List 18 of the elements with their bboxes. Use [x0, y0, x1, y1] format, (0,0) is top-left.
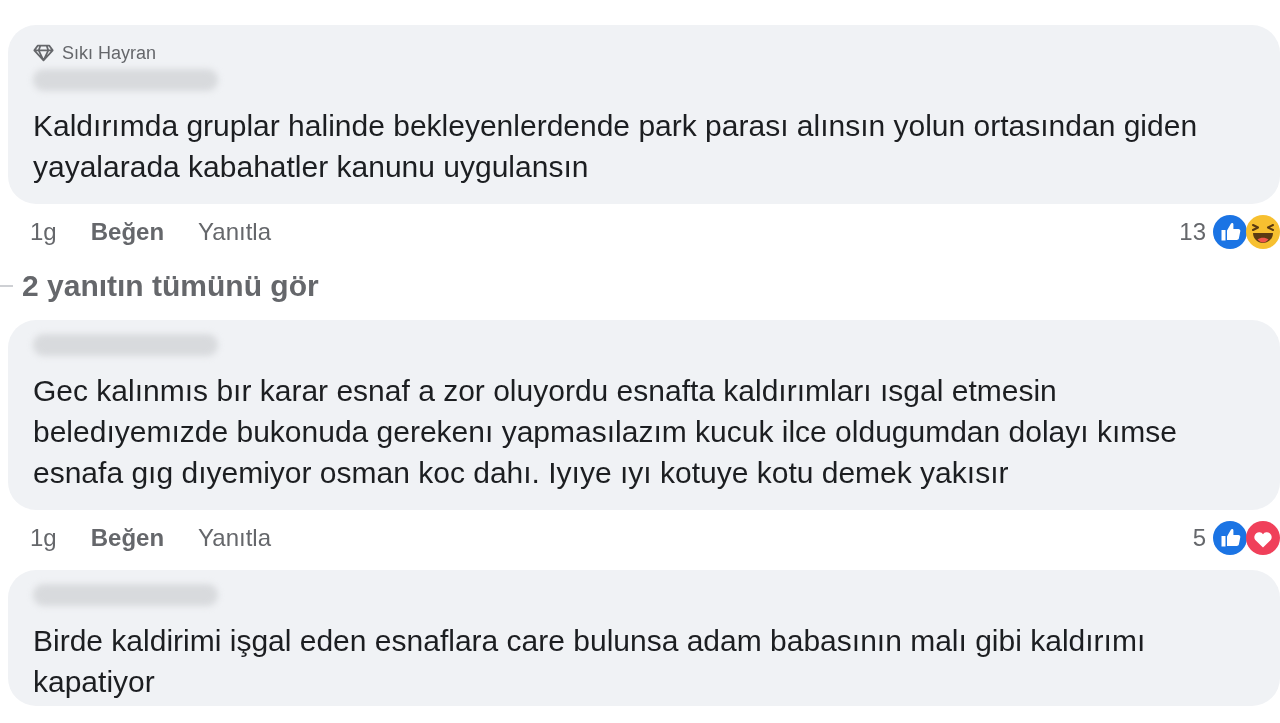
- reaction-count: 13: [1179, 218, 1206, 246]
- like-button[interactable]: Beğen: [90, 524, 165, 552]
- comment-time: 1g: [30, 524, 57, 552]
- reaction-count: 5: [1192, 524, 1206, 552]
- reply-button[interactable]: Yanıtla: [198, 524, 271, 552]
- thread-line: [0, 285, 13, 287]
- view-replies-link[interactable]: 2 yanıtın tümünü gör: [22, 269, 319, 303]
- reply-button[interactable]: Yanıtla: [198, 218, 271, 246]
- comment-text: Gec kalınmıs bır karar esnaf a zor oluyordu esnafta kaldırımları ısgal etmesin beledıyemızde bukonuda gerekenı yapmasılazım kucuk ilce oldugumdan dolayı kımse esnafa gıg dıyemiyor osman koc dahı. Iyıye ıyı kotuye kotu demek yakısır: [33, 373, 1178, 491]
- fan-badge-label: Sıkı Hayran: [62, 42, 157, 64]
- thumbs-up-icon: [1213, 521, 1247, 555]
- comment-text: Kaldırımda gruplar halinde bekleyenlerdende park parası alınsın yolun ortasından giden yayalarada kabahatler kanunu uygulansın: [33, 108, 1199, 185]
- comment-text: Birde kaldirimi işgal eden esnaflara care bulunsa adam babasının malı gibi kaldırımı kapatiyor: [33, 623, 1147, 700]
- comment-time: 1g: [30, 218, 57, 246]
- thumbs-up-icon: [1213, 215, 1247, 249]
- laughing-face-icon: [1246, 215, 1280, 249]
- diamond-icon: [33, 44, 54, 62]
- like-button[interactable]: Beğen: [90, 218, 165, 246]
